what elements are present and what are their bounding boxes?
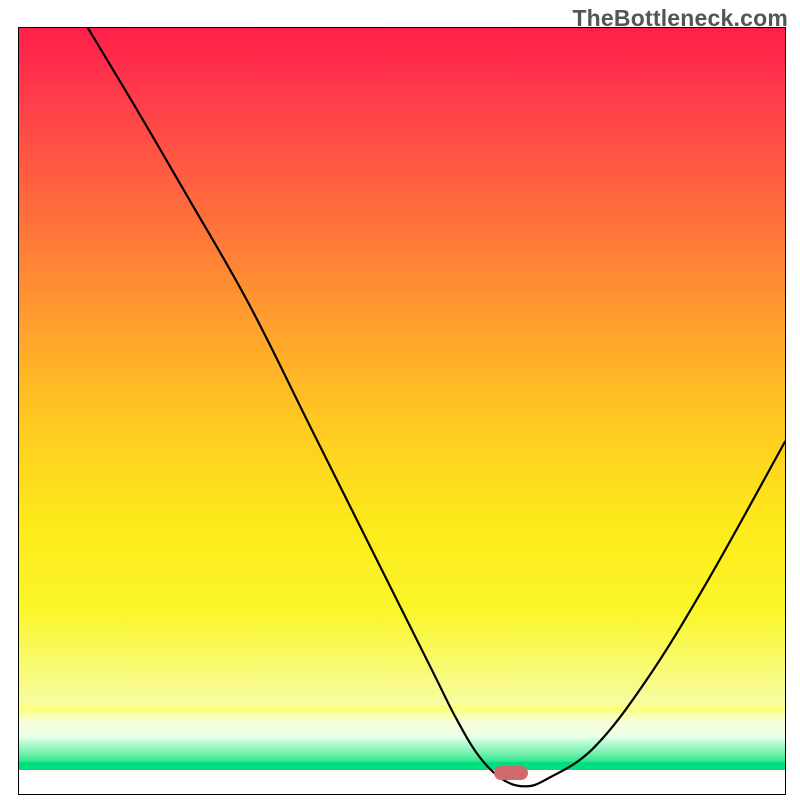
bottleneck-curve — [19, 28, 785, 794]
chart-container: TheBottleneck.com — [0, 0, 800, 800]
plot-area — [18, 27, 786, 795]
optimal-marker — [494, 766, 528, 780]
